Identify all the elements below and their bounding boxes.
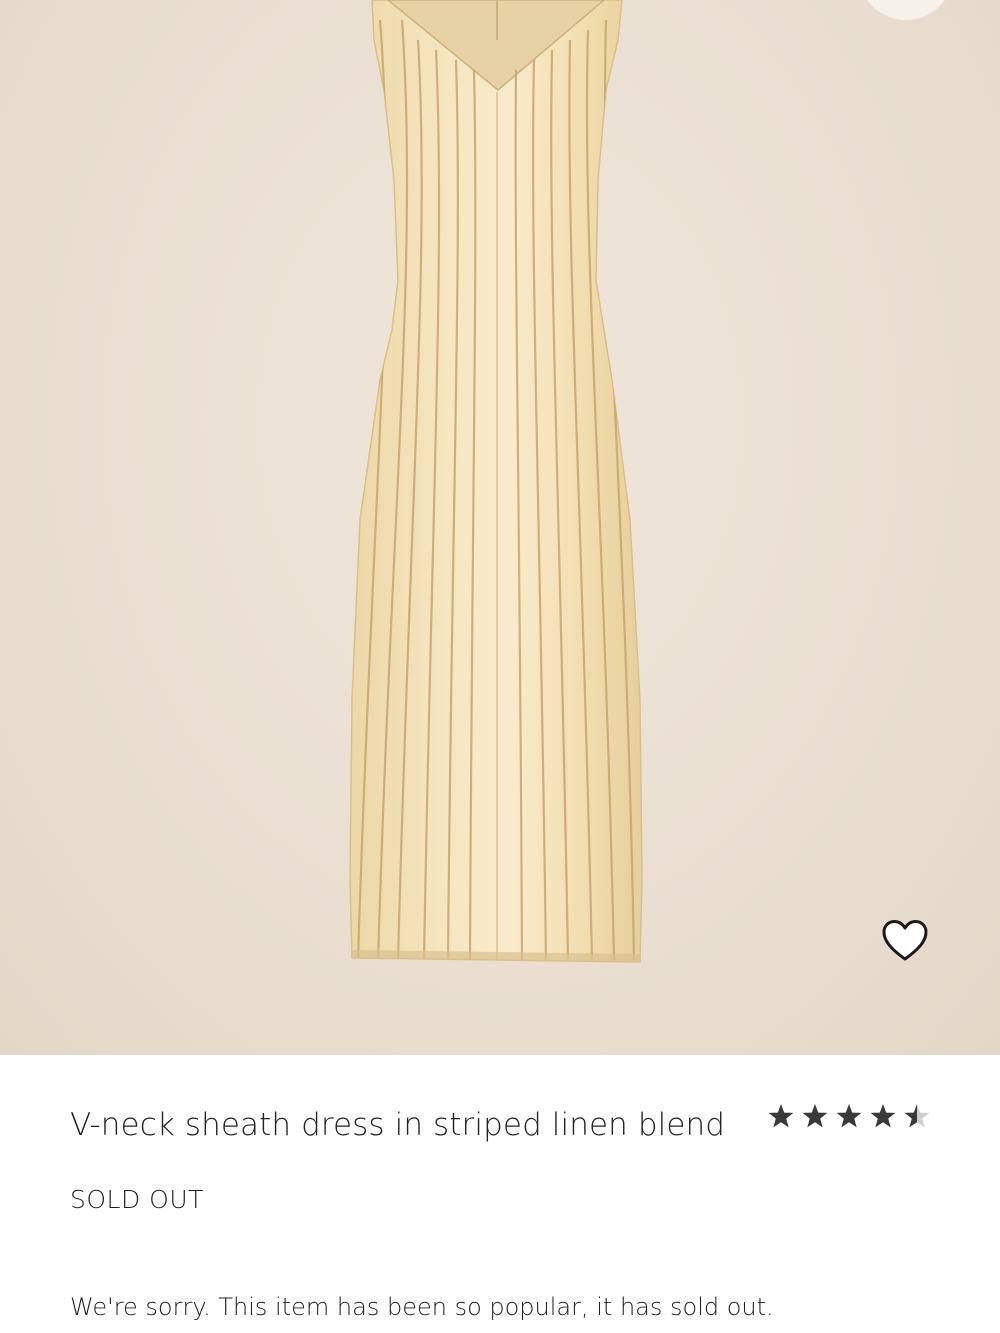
product-image[interactable] <box>0 0 1000 1055</box>
stock-status: SOLD OUT <box>70 1185 204 1214</box>
product-title: V-neck sheath dress in striped linen ble… <box>70 1107 726 1143</box>
product-rating[interactable] <box>766 1101 932 1131</box>
product-info: V-neck sheath dress in striped linen ble… <box>0 1055 1000 1333</box>
star-icon <box>768 1104 794 1128</box>
half-star-icon <box>904 1104 930 1128</box>
star-icon <box>870 1104 896 1128</box>
heart-outline-icon[interactable] <box>880 918 930 964</box>
product-image-area <box>0 0 1000 1055</box>
star-icon <box>836 1104 862 1128</box>
sold-out-message: We're sorry. This item has been so popul… <box>70 1293 774 1321</box>
star-icon <box>802 1104 828 1128</box>
